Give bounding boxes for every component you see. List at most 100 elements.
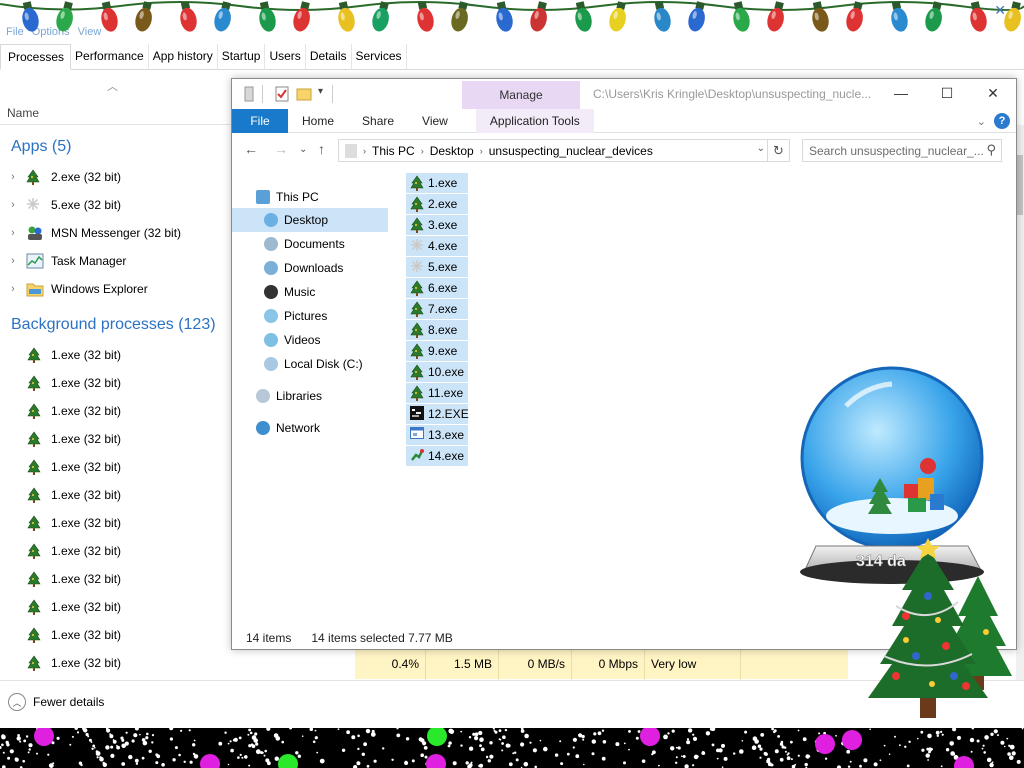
nav-libraries[interactable]: Libraries [256, 384, 322, 408]
menu-options[interactable]: Options [32, 26, 70, 38]
search-icon[interactable]: ⚲ [986, 142, 996, 158]
console-icon [410, 406, 424, 422]
folder-icon [26, 281, 44, 297]
file-item[interactable]: 5.exe [406, 257, 468, 278]
file-item[interactable]: 1.exe [406, 173, 468, 194]
qa-divider [262, 85, 263, 103]
app-row[interactable]: › Windows Explorer [0, 275, 232, 303]
nav-videos[interactable]: Videos [264, 328, 320, 352]
nav-desktop[interactable]: Desktop [232, 208, 388, 232]
nav-downloads[interactable]: Downloads [264, 256, 343, 280]
app-row[interactable]: › 2.exe (32 bit) [0, 163, 232, 191]
process-row[interactable]: 1.exe (32 bit) [27, 537, 121, 565]
file-item[interactable]: 7.exe [406, 299, 468, 320]
file-item[interactable]: 14.exe [406, 446, 468, 467]
file-item[interactable]: 12.EXE [406, 404, 469, 425]
expand-chevron-icon[interactable]: › [0, 171, 26, 183]
manage-tab[interactable]: Manage [462, 81, 580, 109]
file-item[interactable]: 2.exe [406, 194, 468, 215]
expand-ribbon-icon[interactable]: ⌄ [977, 115, 986, 128]
help-icon[interactable]: ? [994, 113, 1010, 129]
up-arrow-icon[interactable]: ↑ [318, 141, 325, 157]
quick-access-icon[interactable] [242, 86, 258, 102]
process-row[interactable]: 1.exe (32 bit) [27, 621, 121, 649]
file-item[interactable]: 11.exe [406, 383, 468, 404]
app-row[interactable]: › Task Manager [0, 247, 232, 275]
minimize-button[interactable]: — [878, 79, 924, 109]
selected-process-stats: 0.4% 1.5 MB 0 MB/s 0 Mbps Very low [355, 649, 848, 680]
snowflake-icon [26, 197, 44, 213]
expand-chevron-icon[interactable]: › [0, 255, 26, 267]
file-item[interactable]: 13.exe [406, 425, 468, 446]
file-item[interactable]: 10.exe [406, 362, 468, 383]
tree-icon [27, 375, 45, 391]
process-row[interactable]: 1.exe (32 bit) [27, 453, 121, 481]
app-row[interactable]: › MSN Messenger (32 bit) [0, 219, 232, 247]
breadcrumb-desktop[interactable]: Desktop [430, 144, 474, 158]
file-item[interactable]: 6.exe [406, 278, 468, 299]
tab-users[interactable]: Users [265, 44, 306, 70]
nav-music[interactable]: Music [264, 280, 315, 304]
tab-startup[interactable]: Startup [218, 44, 266, 70]
process-row[interactable]: 1.exe (32 bit) [27, 565, 121, 593]
tab-details[interactable]: Details [306, 44, 352, 70]
expand-chevron-icon[interactable]: › [0, 199, 26, 211]
close-icon[interactable]: ✕ [994, 2, 1006, 19]
process-row[interactable]: 1.exe (32 bit) [27, 649, 121, 677]
file-item[interactable]: 3.exe [406, 215, 468, 236]
nav-this-pc[interactable]: This PC [256, 185, 319, 209]
application-tools-tab[interactable]: Application Tools [475, 109, 594, 133]
menu-view[interactable]: View [78, 26, 102, 38]
address-bar[interactable]: › This PC › Desktop › unsuspecting_nucle… [338, 139, 790, 162]
back-arrow-icon[interactable]: ← [244, 141, 258, 157]
process-row[interactable]: 1.exe (32 bit) [27, 341, 121, 369]
recent-locations-icon[interactable]: ⌄ [299, 144, 307, 155]
expand-chevron-icon[interactable]: › [0, 227, 26, 239]
tab-processes[interactable]: Processes [0, 44, 72, 70]
process-name: 1.exe (32 bit) [51, 572, 122, 586]
nav-local-disk[interactable]: Local Disk (C:) [264, 352, 363, 376]
tree-icon [27, 487, 45, 503]
tab-app-history[interactable]: App history [149, 44, 218, 70]
nav-network[interactable]: Network [256, 416, 320, 440]
maximize-button[interactable]: ☐ [924, 79, 970, 109]
new-folder-icon[interactable] [296, 86, 312, 102]
process-row[interactable]: 1.exe (32 bit) [27, 369, 121, 397]
ribbon-share-tab[interactable]: Share [348, 109, 408, 133]
explorer-title-bar[interactable]: ▾ Manage C:\Users\Kris Kringle\Desktop\u… [232, 79, 1016, 109]
ribbon-file-tab[interactable]: File [232, 109, 288, 133]
breadcrumb-current-folder[interactable]: unsuspecting_nuclear_devices [489, 144, 653, 158]
address-dropdown-icon[interactable]: ⌄ [757, 143, 765, 154]
menu-file[interactable]: File [6, 26, 24, 38]
search-input[interactable]: Search unsuspecting_nuclear_... ⚲ [802, 139, 1002, 162]
process-row[interactable]: 1.exe (32 bit) [27, 425, 121, 453]
tab-performance[interactable]: Performance [71, 44, 149, 70]
file-item[interactable]: 8.exe [406, 320, 468, 341]
breadcrumb-this-pc[interactable]: This PC [372, 144, 415, 158]
tab-services[interactable]: Services [352, 44, 407, 70]
sort-arrow-icon[interactable]: ︿ [107, 78, 118, 94]
app-row[interactable]: › 5.exe (32 bit) [0, 191, 232, 219]
nav-pictures[interactable]: Pictures [264, 304, 327, 328]
refresh-icon[interactable]: ↻ [767, 140, 789, 161]
nav-documents[interactable]: Documents [264, 232, 345, 256]
scroll-thumb[interactable] [1017, 155, 1023, 215]
process-row[interactable]: 1.exe (32 bit) [27, 397, 121, 425]
process-name: 1.exe (32 bit) [51, 516, 122, 530]
fewer-details-button[interactable]: ︿ Fewer details [8, 693, 104, 711]
process-row[interactable]: 1.exe (32 bit) [27, 509, 121, 537]
column-header-name[interactable]: Name [7, 106, 39, 120]
process-row[interactable]: 1.exe (32 bit) [27, 481, 121, 509]
expand-chevron-icon[interactable]: › [0, 283, 26, 295]
process-row[interactable]: 1.exe (32 bit) [27, 593, 121, 621]
properties-icon[interactable] [274, 86, 290, 102]
forward-arrow-icon[interactable]: → [274, 141, 288, 157]
file-item[interactable]: 4.exe [406, 236, 468, 257]
breadcrumb-separator: › [363, 145, 366, 156]
close-button[interactable]: ✕ [970, 79, 1016, 109]
ribbon-view-tab[interactable]: View [408, 109, 462, 133]
file-item[interactable]: 9.exe [406, 341, 468, 362]
ribbon-home-tab[interactable]: Home [288, 109, 348, 133]
process-name: 1.exe (32 bit) [51, 432, 122, 446]
msn-icon [26, 225, 44, 241]
